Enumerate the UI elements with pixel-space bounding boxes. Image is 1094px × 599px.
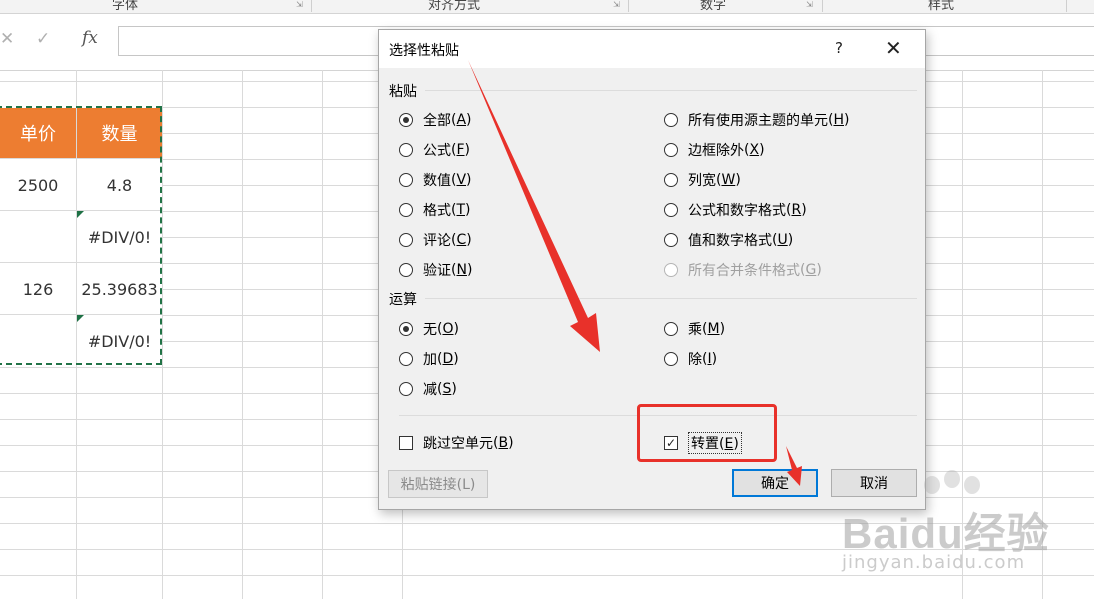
- radio-icon[interactable]: [399, 233, 413, 247]
- paste-option-no-borders[interactable]: 边框除外(X): [664, 140, 765, 160]
- checkbox-icon[interactable]: [399, 436, 413, 450]
- radio-icon[interactable]: [664, 173, 678, 187]
- paste-option-formulas[interactable]: 公式(F): [399, 140, 470, 160]
- ribbon-separator: [628, 0, 629, 12]
- table-cell[interactable]: #DIV/0!: [77, 316, 162, 366]
- table-cell[interactable]: 126: [0, 264, 76, 314]
- paste-option-comments[interactable]: 评论(C): [399, 230, 472, 250]
- column-line: [322, 70, 323, 599]
- dialog-titlebar[interactable]: 选择性粘贴 ? ✕: [379, 30, 925, 68]
- header-cell-price[interactable]: 单价: [0, 108, 76, 158]
- table-cell[interactable]: [0, 316, 76, 366]
- section-divider: [425, 90, 917, 91]
- ok-button[interactable]: 确定: [732, 469, 818, 497]
- number-launcher-icon[interactable]: ⇲: [806, 0, 813, 9]
- ribbon-group-alignment[interactable]: 对齐方式: [428, 0, 480, 13]
- ribbon-separator: [311, 0, 312, 12]
- ribbon-group-number[interactable]: 数字: [700, 0, 726, 13]
- close-icon[interactable]: ✕: [885, 36, 902, 60]
- radio-icon[interactable]: [664, 143, 678, 157]
- paste-option-source-theme[interactable]: 所有使用源主题的单元(H): [664, 110, 849, 130]
- ribbon-group-styles[interactable]: 样式: [928, 0, 954, 13]
- radio-icon[interactable]: [399, 203, 413, 217]
- operation-option-add[interactable]: 加(D): [399, 349, 459, 369]
- operation-option-multiply[interactable]: 乘(M): [664, 319, 725, 339]
- help-icon[interactable]: ?: [835, 39, 843, 57]
- paste-option-all[interactable]: 全部(A): [399, 110, 472, 130]
- table-cell[interactable]: 2500: [0, 160, 76, 210]
- radio-icon: [664, 263, 678, 277]
- radio-icon[interactable]: [399, 143, 413, 157]
- paste-link-button: 粘贴链接(L): [388, 470, 488, 498]
- skip-blanks-checkbox[interactable]: 跳过空单元(B): [399, 433, 514, 453]
- table-cell[interactable]: 25.39683: [77, 264, 162, 314]
- confirm-entry-icon[interactable]: ✓: [36, 29, 50, 49]
- column-line: [242, 70, 243, 599]
- paste-option-column-widths[interactable]: 列宽(W): [664, 170, 741, 190]
- table-cell[interactable]: #DIV/0!: [77, 212, 162, 262]
- operation-option-divide[interactable]: 除(I): [664, 349, 717, 369]
- radio-icon[interactable]: [664, 233, 678, 247]
- operation-option-subtract[interactable]: 减(S): [399, 379, 457, 399]
- section-divider: [399, 415, 917, 416]
- radio-icon[interactable]: [664, 352, 678, 366]
- error-indicator-icon[interactable]: [77, 315, 84, 322]
- section-divider: [425, 298, 917, 299]
- radio-icon[interactable]: [399, 352, 413, 366]
- operation-option-none[interactable]: 无(O): [399, 319, 459, 339]
- paste-option-values[interactable]: 数值(V): [399, 170, 472, 190]
- cancel-button[interactable]: 取消: [831, 469, 917, 497]
- font-launcher-icon[interactable]: ⇲: [296, 0, 303, 9]
- cancel-entry-icon[interactable]: ✕: [0, 29, 14, 49]
- transpose-label: 转置(E): [688, 432, 742, 454]
- paste-option-values-number-formats[interactable]: 值和数字格式(U): [664, 230, 793, 250]
- paste-option-formats[interactable]: 格式(T): [399, 200, 471, 220]
- alignment-launcher-icon[interactable]: ⇲: [613, 0, 620, 9]
- header-cell-quantity[interactable]: 数量: [77, 108, 162, 158]
- table-cell[interactable]: 4.8: [77, 160, 162, 210]
- paste-special-dialog: 选择性粘贴 ? ✕ 粘贴 全部(A) 公式(F) 数值(V) 格式(T) 评论(…: [378, 29, 926, 510]
- column-line: [1042, 70, 1043, 599]
- table-cell[interactable]: [0, 212, 76, 262]
- paste-option-formulas-number-formats[interactable]: 公式和数字格式(R): [664, 200, 807, 220]
- radio-icon[interactable]: [399, 322, 413, 336]
- paste-section-label: 粘贴: [389, 84, 417, 100]
- radio-icon[interactable]: [399, 113, 413, 127]
- radio-icon[interactable]: [664, 203, 678, 217]
- insert-function-icon[interactable]: fx: [82, 28, 98, 48]
- column-line: [162, 70, 163, 599]
- paste-option-validation[interactable]: 验证(N): [399, 260, 472, 280]
- radio-icon[interactable]: [399, 263, 413, 277]
- transpose-checkbox[interactable]: ✓ 转置(E): [664, 432, 742, 454]
- ribbon-strip: 字体 ⇲ 对齐方式 ⇲ 数字 ⇲ 样式: [0, 0, 1094, 14]
- dialog-title: 选择性粘贴: [389, 43, 459, 59]
- ribbon-separator: [1066, 0, 1067, 12]
- radio-icon[interactable]: [399, 173, 413, 187]
- ribbon-group-font[interactable]: 字体: [112, 0, 138, 13]
- radio-icon[interactable]: [664, 322, 678, 336]
- paste-option-merge-conditional: 所有合并条件格式(G): [664, 260, 822, 280]
- error-indicator-icon[interactable]: [77, 211, 84, 218]
- ribbon-separator: [822, 0, 823, 12]
- check-mark-icon[interactable]: ✓: [664, 436, 678, 450]
- radio-icon[interactable]: [399, 382, 413, 396]
- column-line: [962, 70, 963, 599]
- radio-icon[interactable]: [664, 113, 678, 127]
- operation-section-label: 运算: [389, 292, 417, 308]
